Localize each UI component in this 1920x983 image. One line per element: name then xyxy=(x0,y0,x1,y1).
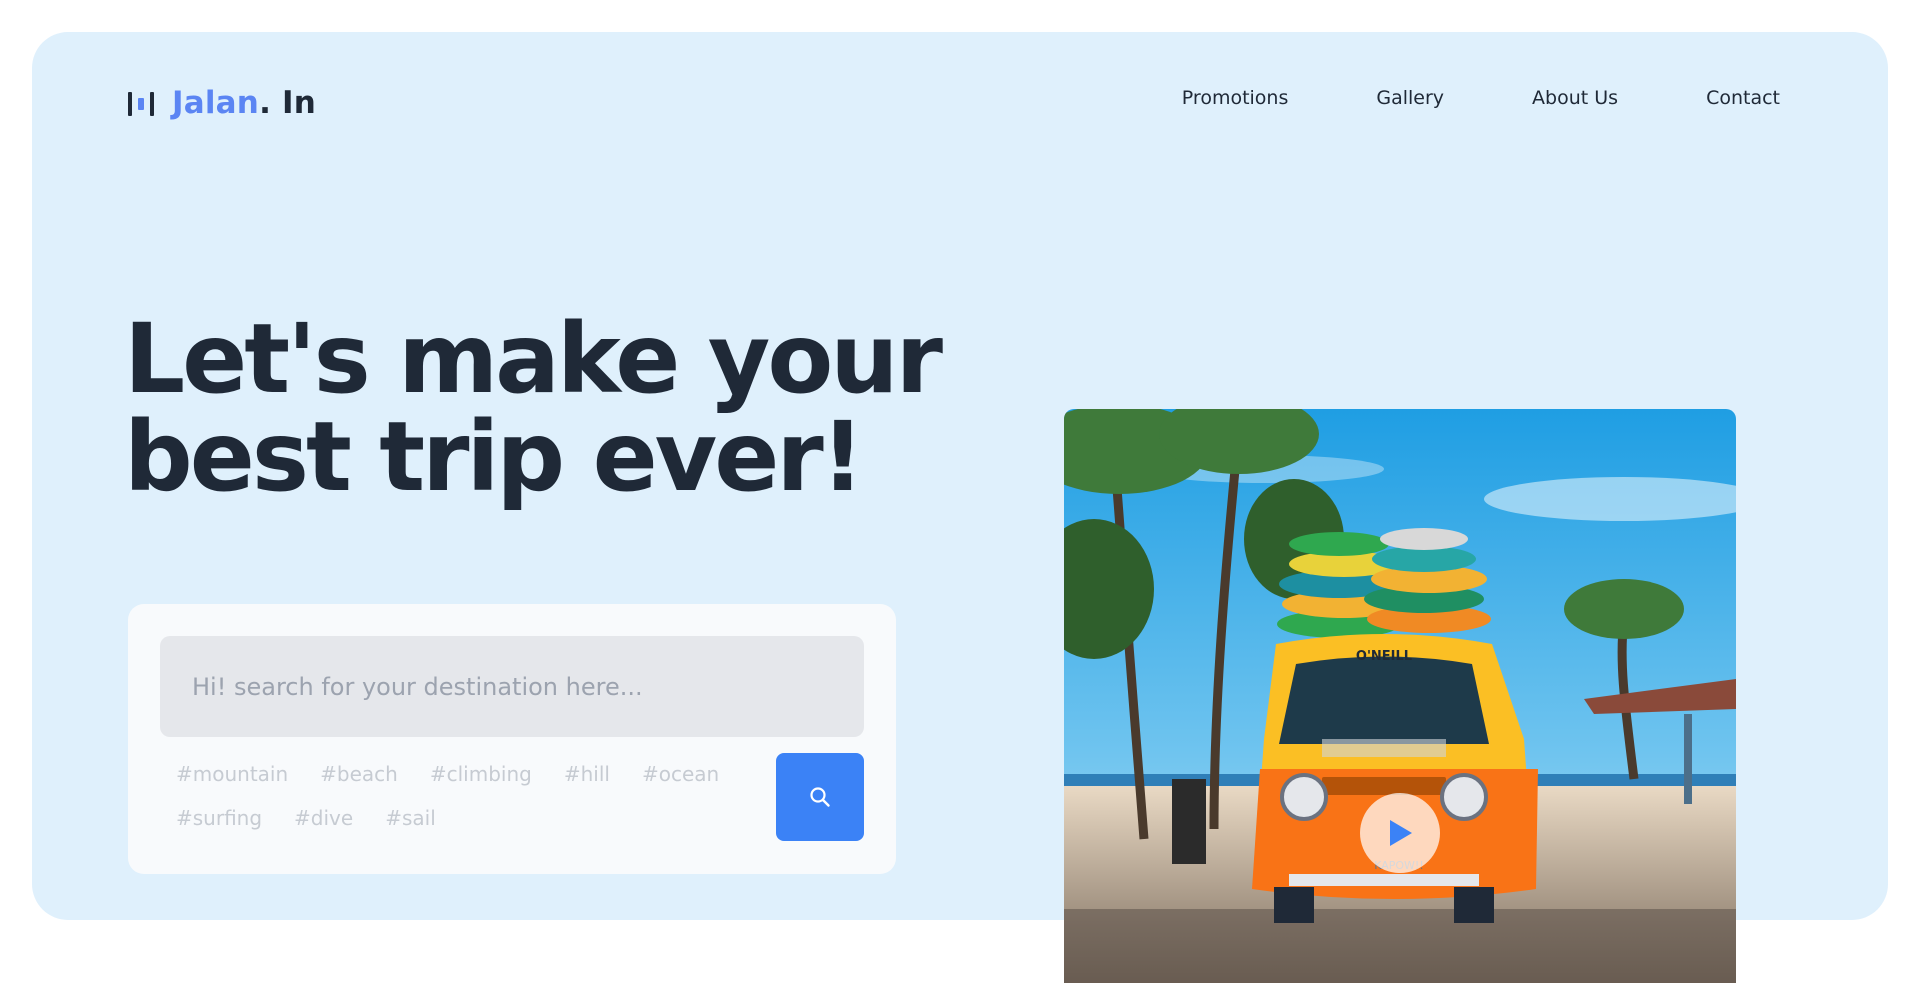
tag-beach[interactable]: #beach xyxy=(320,760,398,788)
video-play-button[interactable] xyxy=(1360,793,1440,873)
main-nav: Promotions Gallery About Us Contact xyxy=(1182,87,1780,109)
van-brand-text: O'NEILL xyxy=(1356,649,1412,664)
headline-line-1: Let's make your xyxy=(124,303,943,415)
tag-list: #mountain #beach #climbing #hill #ocean … xyxy=(176,760,736,832)
tag-ocean[interactable]: #ocean xyxy=(642,760,719,788)
tag-climbing[interactable]: #climbing xyxy=(430,760,532,788)
logo-text: Jalan. In xyxy=(172,85,316,121)
tag-dive[interactable]: #dive xyxy=(294,804,353,832)
nav-contact[interactable]: Contact xyxy=(1706,87,1780,109)
logo-suffix: . In xyxy=(259,85,317,121)
logo[interactable]: Jalan. In xyxy=(128,84,316,122)
headline-line-2: best trip ever! xyxy=(124,401,864,513)
hero-headline: Let's make your best trip ever! xyxy=(124,310,1024,506)
nav-about-us[interactable]: About Us xyxy=(1532,87,1618,109)
search-icon xyxy=(810,787,830,807)
tag-hill[interactable]: #hill xyxy=(564,760,610,788)
search-input[interactable] xyxy=(160,636,864,737)
logo-mark-icon xyxy=(128,88,156,118)
search-card: #mountain #beach #climbing #hill #ocean … xyxy=(128,604,896,874)
search-button[interactable] xyxy=(776,753,864,841)
van-beach-illustration: O'NEILL KAPOW!! xyxy=(1064,409,1736,983)
nav-gallery[interactable]: Gallery xyxy=(1376,87,1444,109)
hero-photo: O'NEILL KAPOW!! xyxy=(1064,409,1736,983)
logo-brand-name: Jalan xyxy=(172,85,260,121)
tag-sail[interactable]: #sail xyxy=(385,804,436,832)
tag-mountain[interactable]: #mountain xyxy=(176,760,288,788)
play-icon xyxy=(1390,820,1412,846)
nav-promotions[interactable]: Promotions xyxy=(1182,87,1289,109)
tag-surfing[interactable]: #surfing xyxy=(176,804,262,832)
